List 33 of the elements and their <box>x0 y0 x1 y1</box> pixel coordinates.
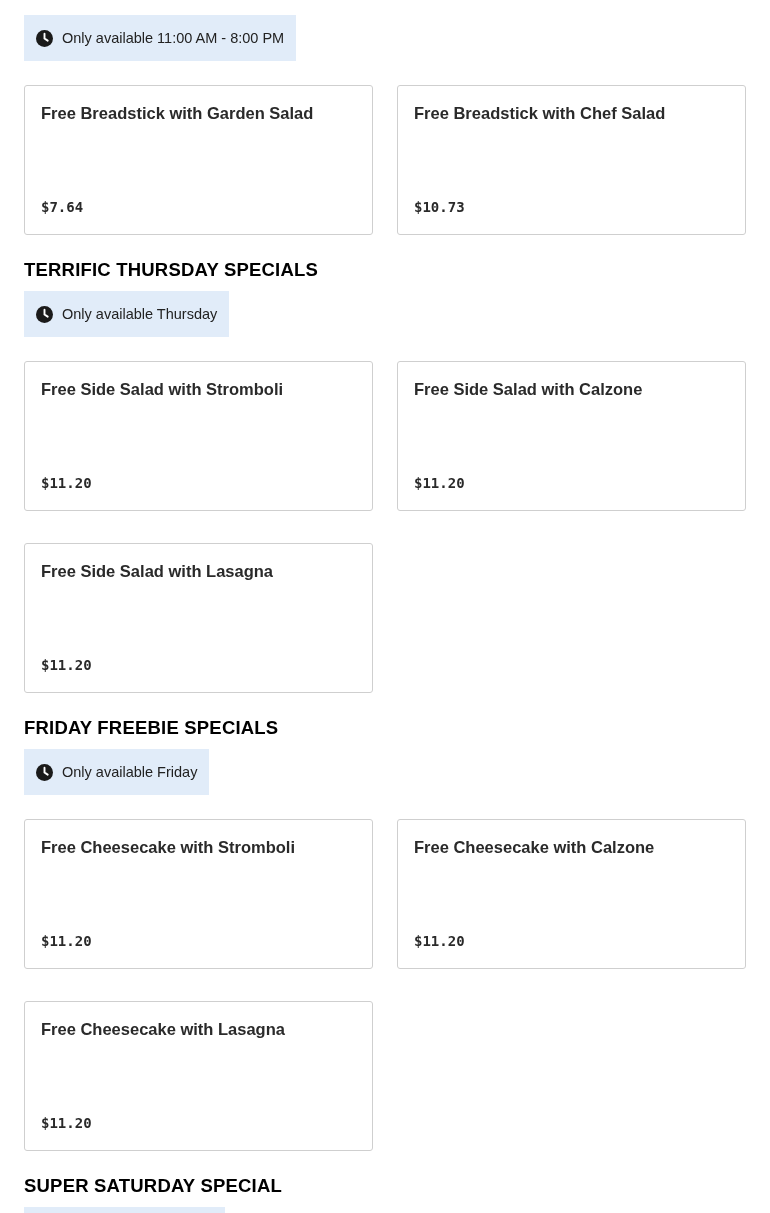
item-price: $11.20 <box>414 933 465 949</box>
clock-icon <box>36 29 53 47</box>
item-name: Free Side Salad with Calzone <box>414 380 643 399</box>
item-price: $7.64 <box>41 199 84 215</box>
menu-item-card[interactable]: Free Cheesecake with Lasagna $11.20 <box>24 1001 373 1151</box>
menu-item-card[interactable]: Free Side Salad with Calzone $11.20 <box>397 361 746 511</box>
availability-text: Only available Thursday <box>62 306 218 322</box>
clock-icon <box>36 763 53 781</box>
item-name: Free Cheesecake with Stromboli <box>41 838 295 857</box>
clock-icon <box>36 305 53 323</box>
item-price: $11.20 <box>41 933 92 949</box>
item-name: Free Cheesecake with Lasagna <box>41 1020 285 1039</box>
item-name: Free Cheesecake with Calzone <box>414 838 655 857</box>
availability-text: Only available 11:00 AM - 8:00 PM <box>62 30 285 46</box>
item-name: Free Side Salad with Lasagna <box>41 562 273 581</box>
menu-item-card[interactable]: Free Breadstick with Chef Salad $10.73 <box>397 85 746 235</box>
menu-item-card[interactable]: Free Side Salad with Stromboli $11.20 <box>24 361 373 511</box>
section-heading: FRIDAY FREEBIE SPECIALS <box>24 716 280 740</box>
section-heading: SUPER SATURDAY SPECIAL <box>24 1174 283 1198</box>
menu-item-card[interactable]: Free Cheesecake with Calzone $11.20 <box>397 819 746 969</box>
availability-text: Only available Friday <box>62 764 198 780</box>
item-price: $11.20 <box>41 475 92 491</box>
item-name: Free Breadstick with Chef Salad <box>414 104 666 123</box>
menu-item-card[interactable]: Free Cheesecake with Stromboli $11.20 <box>24 819 373 969</box>
section-heading: TERRIFIC THURSDAY SPECIALS <box>24 258 320 282</box>
item-price: $11.20 <box>41 1115 92 1131</box>
item-price: $11.20 <box>414 475 465 491</box>
item-name: Free Breadstick with Garden Salad <box>41 104 314 123</box>
item-price: $11.20 <box>41 657 92 673</box>
item-price: $10.73 <box>414 199 465 215</box>
menu-item-card[interactable]: Free Breadstick with Garden Salad $7.64 <box>24 85 373 235</box>
item-name: Free Side Salad with Stromboli <box>41 380 284 399</box>
menu-item-card[interactable]: Free Side Salad with Lasagna $11.20 <box>24 543 373 693</box>
